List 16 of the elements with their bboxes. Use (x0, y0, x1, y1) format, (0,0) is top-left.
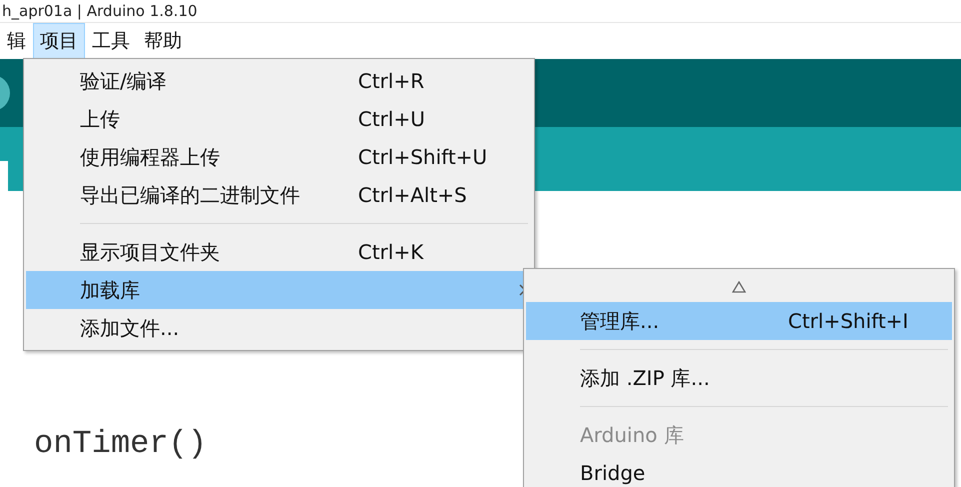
menu-bar-item[interactable]: 项目 (33, 23, 85, 59)
menu-bar-item[interactable]: 帮助 (137, 23, 189, 59)
menu-bar-item[interactable]: 工具 (85, 23, 137, 59)
menu-bar-item[interactable]: 辑 (0, 23, 33, 59)
scroll-up-triangle-icon[interactable] (732, 281, 746, 293)
menu-item[interactable]: 显示项目文件夹 Ctrl+K (26, 233, 532, 271)
menu-item[interactable]: 管理库... Ctrl+Shift+I (526, 302, 952, 340)
menu-item[interactable]: 验证/编译 Ctrl+R (26, 62, 532, 100)
menu-item[interactable]: 上传 Ctrl+U (26, 100, 532, 138)
menu-section-header: Arduino 库 (579, 422, 685, 448)
menu-item[interactable]: 添加 .ZIP 库... (526, 359, 952, 397)
menu-item[interactable]: Bridge (526, 454, 952, 487)
menu-item[interactable]: 导出已编译的二进制文件 Ctrl+Alt+S (26, 176, 532, 214)
code-line: onTimer() (34, 424, 207, 462)
menu-item[interactable]: 使用编程器上传 Ctrl+Shift+U (26, 138, 532, 176)
window-title: h_apr01a | Arduino 1.8.10 (2, 2, 198, 20)
